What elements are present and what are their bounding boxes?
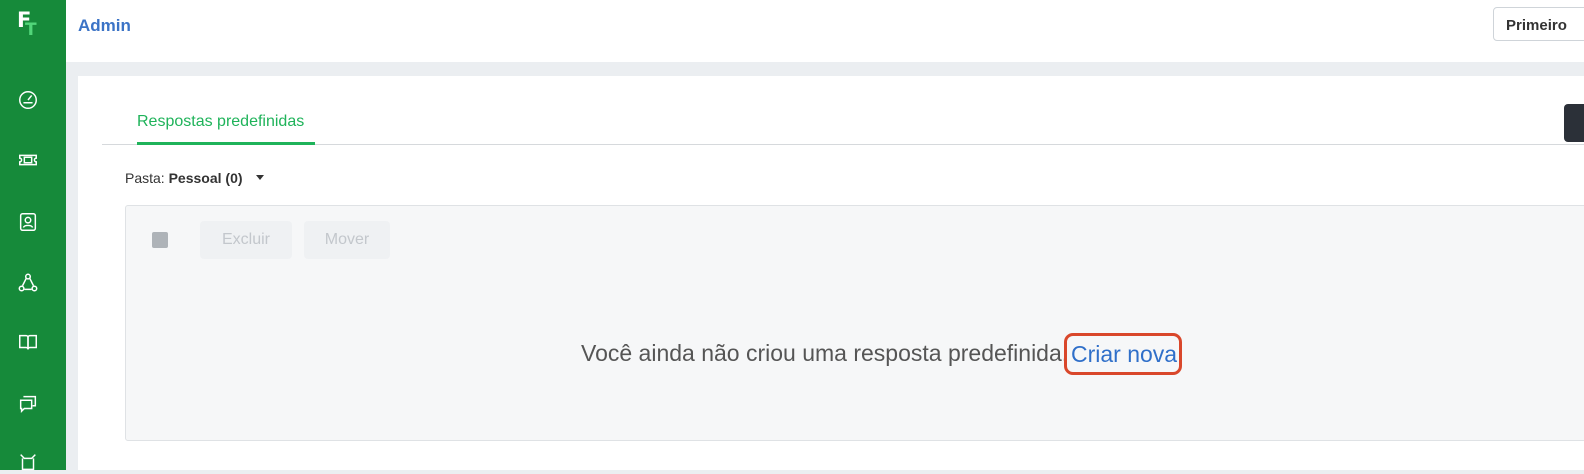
select-all-checkbox[interactable] (152, 232, 168, 248)
contacts-icon[interactable] (16, 210, 40, 234)
groups-icon[interactable] (16, 271, 40, 295)
move-button[interactable]: Mover (304, 221, 390, 259)
sidebar: F T (0, 0, 66, 471)
folder-value: Pessoal (0) (168, 170, 243, 186)
caret-down-icon (256, 174, 265, 180)
tabs-divider (102, 144, 1584, 145)
create-new-link-highlight: Criar nova (1064, 333, 1182, 375)
page-title: Admin (78, 16, 131, 35)
user-menu-button[interactable]: Primeiro (1493, 7, 1584, 41)
logo-letter-t: T (25, 20, 37, 40)
responses-list-panel: Excluir Mover Você ainda não criou uma r… (125, 205, 1584, 441)
new-response-button[interactable] (1564, 104, 1584, 142)
knowledge-base-icon[interactable] (16, 330, 40, 354)
chat-icon[interactable] (16, 391, 40, 415)
tab-canned-responses[interactable]: Respostas predefinidas (137, 113, 304, 131)
folder-selector[interactable]: Pasta: Pessoal (0) (125, 170, 265, 186)
empty-state-message: Você ainda não criou uma resposta predef… (581, 340, 1069, 366)
app-logo[interactable]: F T (17, 8, 47, 42)
folder-label: Pasta: (125, 170, 165, 186)
create-new-link[interactable]: Criar nova (1071, 341, 1177, 368)
active-tab-indicator (137, 142, 315, 145)
more-icon[interactable] (16, 450, 40, 474)
delete-button[interactable]: Excluir (200, 221, 292, 259)
top-header: Admin Primeiro (66, 0, 1584, 62)
canned-responses-card: Respostas predefinidas Pasta: Pessoal (0… (78, 76, 1584, 470)
dashboard-icon[interactable] (16, 88, 40, 112)
tickets-icon[interactable] (16, 148, 40, 172)
